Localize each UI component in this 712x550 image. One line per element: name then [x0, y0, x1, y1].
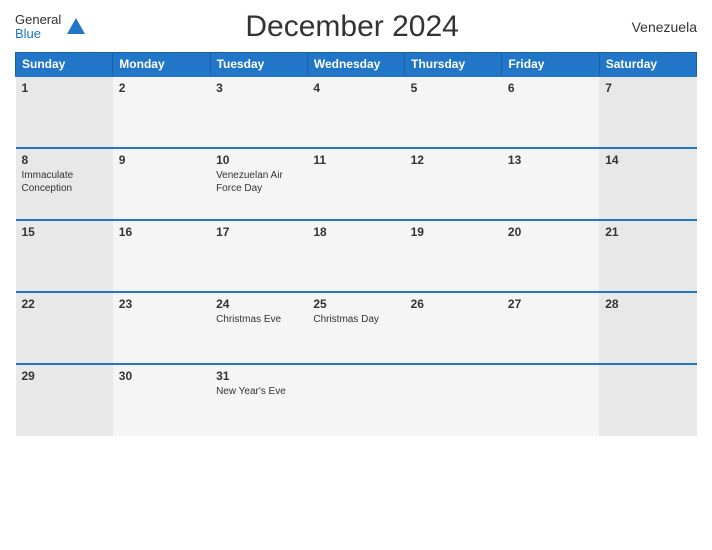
day-number: 21 — [605, 225, 690, 239]
event-label: Immaculate Conception — [22, 170, 74, 194]
day-number: 16 — [119, 225, 204, 239]
calendar-cell: 1 — [16, 76, 113, 148]
weekday-header-wednesday: Wednesday — [307, 53, 404, 77]
calendar-cell: 25 Christmas Day — [307, 292, 404, 364]
day-number: 1 — [22, 81, 107, 95]
weekday-header-saturday: Saturday — [599, 53, 696, 77]
day-number: 6 — [508, 81, 593, 95]
day-number: 25 — [313, 297, 398, 311]
calendar-cell: 12 — [405, 148, 502, 220]
logo-text: General Blue — [15, 13, 61, 42]
logo-icon — [65, 16, 87, 38]
calendar-cell: 16 — [113, 220, 210, 292]
header: General Blue December 2024 Venezuela — [15, 10, 697, 44]
calendar-cell: 20 — [502, 220, 599, 292]
country-label: Venezuela — [617, 19, 697, 35]
calendar-cell: 2 — [113, 76, 210, 148]
calendar-cell: 8 Immaculate Conception — [16, 148, 113, 220]
calendar-cell: 3 — [210, 76, 307, 148]
weekday-header-thursday: Thursday — [405, 53, 502, 77]
day-number: 5 — [411, 81, 496, 95]
day-number: 3 — [216, 81, 301, 95]
week-row-2: 8 Immaculate Conception 9 10 Venezuelan Air … — [16, 148, 697, 220]
day-number: 13 — [508, 153, 593, 167]
calendar-cell: 18 — [307, 220, 404, 292]
day-number: 26 — [411, 297, 496, 311]
weekday-header-row: SundayMondayTuesdayWednesdayThursdayFrid… — [16, 53, 697, 77]
calendar-cell: 24 Christmas Eve — [210, 292, 307, 364]
calendar-cell: 23 — [113, 292, 210, 364]
day-number: 11 — [313, 153, 398, 167]
day-number: 12 — [411, 153, 496, 167]
day-number: 28 — [605, 297, 690, 311]
logo-general: General — [15, 13, 61, 27]
calendar-cell: 10 Venezuelan Air Force Day — [210, 148, 307, 220]
day-number: 7 — [605, 81, 690, 95]
calendar-table: SundayMondayTuesdayWednesdayThursdayFrid… — [15, 52, 697, 436]
day-number: 2 — [119, 81, 204, 95]
calendar-cell: 26 — [405, 292, 502, 364]
calendar-cell: 19 — [405, 220, 502, 292]
day-number: 9 — [119, 153, 204, 167]
day-number: 23 — [119, 297, 204, 311]
calendar-title: December 2024 — [87, 10, 617, 44]
week-row-3: 15 16 17 18 19 20 21 — [16, 220, 697, 292]
calendar-cell: 28 — [599, 292, 696, 364]
calendar-cell: 11 — [307, 148, 404, 220]
calendar-cell: 13 — [502, 148, 599, 220]
day-number: 27 — [508, 297, 593, 311]
weekday-header-sunday: Sunday — [16, 53, 113, 77]
calendar-cell: 31 New Year's Eve — [210, 364, 307, 436]
day-number: 17 — [216, 225, 301, 239]
day-number: 4 — [313, 81, 398, 95]
day-number: 29 — [22, 369, 107, 383]
day-number: 19 — [411, 225, 496, 239]
calendar-cell — [405, 364, 502, 436]
event-label: Venezuelan Air Force Day — [216, 170, 283, 194]
calendar-cell: 6 — [502, 76, 599, 148]
day-number: 14 — [605, 153, 690, 167]
event-label: Christmas Eve — [216, 314, 281, 325]
calendar-cell: 21 — [599, 220, 696, 292]
event-label: Christmas Day — [313, 314, 379, 325]
weekday-header-friday: Friday — [502, 53, 599, 77]
calendar-cell: 22 — [16, 292, 113, 364]
day-number: 18 — [313, 225, 398, 239]
day-number: 10 — [216, 153, 301, 167]
calendar-cell: 14 — [599, 148, 696, 220]
weekday-header-tuesday: Tuesday — [210, 53, 307, 77]
day-number: 8 — [22, 153, 107, 167]
calendar-cell: 27 — [502, 292, 599, 364]
day-number: 24 — [216, 297, 301, 311]
calendar-cell: 17 — [210, 220, 307, 292]
week-row-1: 1234567 — [16, 76, 697, 148]
calendar-cell — [307, 364, 404, 436]
week-row-5: 29 30 31 New Year's Eve — [16, 364, 697, 436]
weekday-header-monday: Monday — [113, 53, 210, 77]
calendar-cell — [502, 364, 599, 436]
calendar-cell: 15 — [16, 220, 113, 292]
calendar-cell: 4 — [307, 76, 404, 148]
calendar-cell: 5 — [405, 76, 502, 148]
calendar-page: General Blue December 2024 Venezuela Sun… — [0, 0, 712, 550]
day-number: 15 — [22, 225, 107, 239]
day-number: 30 — [119, 369, 204, 383]
day-number: 31 — [216, 369, 301, 383]
day-number: 20 — [508, 225, 593, 239]
day-number: 22 — [22, 297, 107, 311]
calendar-cell: 30 — [113, 364, 210, 436]
calendar-cell: 7 — [599, 76, 696, 148]
week-row-4: 22 23 24 Christmas Eve 25 Christmas Day 26 27 28 — [16, 292, 697, 364]
logo: General Blue — [15, 13, 87, 42]
calendar-cell: 29 — [16, 364, 113, 436]
event-label: New Year's Eve — [216, 386, 286, 397]
logo-blue: Blue — [15, 27, 61, 41]
calendar-cell: 9 — [113, 148, 210, 220]
calendar-cell — [599, 364, 696, 436]
